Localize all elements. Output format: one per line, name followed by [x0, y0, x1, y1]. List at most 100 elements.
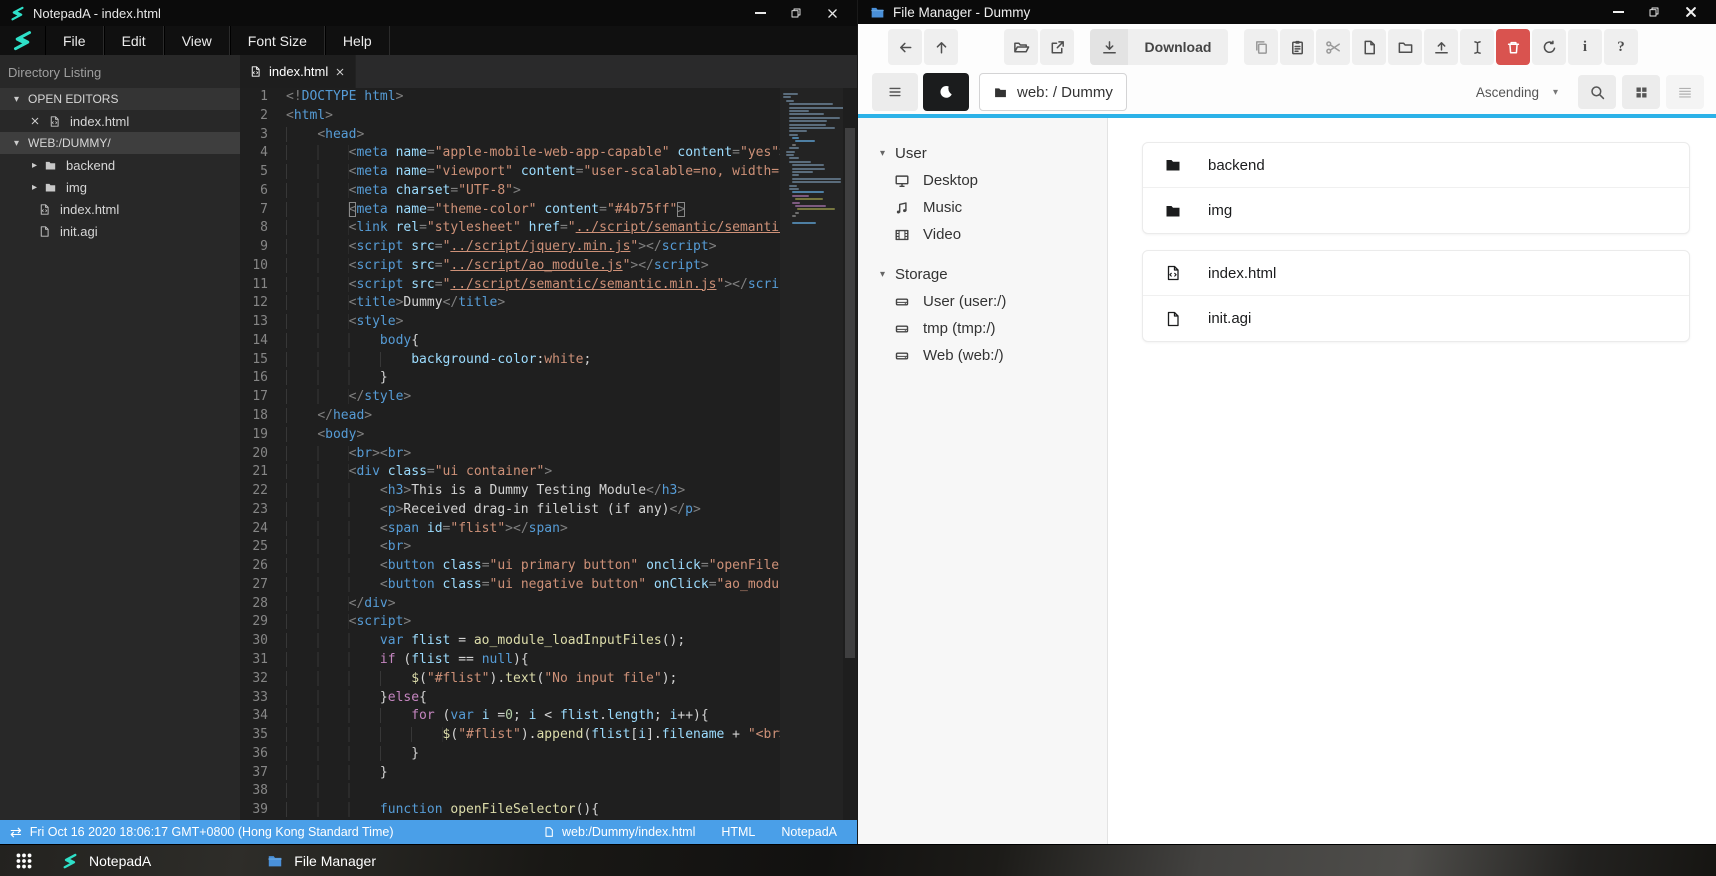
close-button[interactable]: [825, 6, 839, 20]
tab-index-html[interactable]: index.html: [240, 55, 357, 88]
sidebar-item-user-user[interactable]: User (user:/): [858, 288, 1107, 315]
open-in-new-window-button[interactable]: [1040, 29, 1074, 65]
code-line[interactable]: 33 }else{: [240, 689, 780, 708]
code-line[interactable]: 22 <h3>This is a Dummy Testing Module</h…: [240, 482, 780, 501]
code-line[interactable]: 1 <!DOCTYPE html>: [240, 88, 780, 107]
status-language[interactable]: HTML: [721, 825, 755, 839]
code-line[interactable]: 5 <meta name="viewport" content="user-sc…: [240, 163, 780, 182]
code-line[interactable]: 26 <button class="ui primary button" onc…: [240, 557, 780, 576]
code-line[interactable]: 6 <meta charset="UTF-8">: [240, 182, 780, 201]
sidebar-item-video[interactable]: Video: [858, 221, 1107, 248]
code-line[interactable]: 21 <div class="ui container">: [240, 463, 780, 482]
code-line[interactable]: 30 var flist = ao_module_loadInputFiles(…: [240, 632, 780, 651]
restore-button[interactable]: [1648, 6, 1660, 18]
close-icon[interactable]: [30, 116, 40, 126]
code-line[interactable]: 24 <span id="flist"></span>: [240, 520, 780, 539]
delete-button[interactable]: [1496, 29, 1530, 65]
open-button[interactable]: [1004, 29, 1038, 65]
copy-button[interactable]: [1244, 29, 1278, 65]
search-button[interactable]: [1578, 75, 1616, 109]
file-row-index-html[interactable]: index.html: [1143, 251, 1689, 296]
list-view-button[interactable]: [1666, 75, 1704, 109]
code-line[interactable]: 10 <script src="../script/ao_module.js">…: [240, 257, 780, 276]
code-line[interactable]: 27 <button class="ui negative button" on…: [240, 576, 780, 595]
code-line[interactable]: 9 <script src="../script/jquery.min.js">…: [240, 238, 780, 257]
minimize-button[interactable]: [753, 6, 767, 20]
sidebar-item-music[interactable]: Music: [858, 194, 1107, 221]
code-line[interactable]: 11 <script src="../script/semantic/seman…: [240, 276, 780, 295]
file-row-backend[interactable]: backend: [1143, 143, 1689, 188]
breadcrumb[interactable]: web: / Dummy: [979, 73, 1127, 111]
rename-button[interactable]: [1460, 29, 1494, 65]
menu-help[interactable]: Help: [324, 26, 390, 55]
sidebar-item-desktop[interactable]: Desktop: [858, 167, 1107, 194]
code-line[interactable]: 28 </div>: [240, 595, 780, 614]
code-line[interactable]: 7 <meta name="theme-color" content="#4b7…: [240, 201, 780, 220]
scrollbar-thumb[interactable]: [845, 128, 855, 658]
tree-section-web-dummy-[interactable]: ▾ WEB:/DUMMY/: [0, 132, 240, 154]
code-line[interactable]: 4 <meta name="apple-mobile-web-app-capab…: [240, 144, 780, 163]
code-line[interactable]: 32 $("#flist").text("No input file");: [240, 670, 780, 689]
file-row-init-agi[interactable]: init.agi: [1143, 296, 1689, 341]
code-line[interactable]: 13 <style>: [240, 313, 780, 332]
app-launcher-button[interactable]: [14, 851, 34, 871]
tab-close-icon[interactable]: [335, 67, 345, 77]
code-line[interactable]: 12 <title>Dummy</title>: [240, 294, 780, 313]
code-line[interactable]: 23 <p>Received drag-in filelist (if any)…: [240, 501, 780, 520]
taskbar-item-notepada[interactable]: NotepadA: [62, 853, 151, 869]
code-line[interactable]: 18 </head>: [240, 407, 780, 426]
code-line[interactable]: 36 }: [240, 745, 780, 764]
taskbar-item-file-manager[interactable]: File Manager: [267, 853, 376, 869]
menu-file[interactable]: File: [45, 26, 104, 55]
minimap[interactable]: [780, 88, 843, 820]
menu-edit[interactable]: Edit: [103, 26, 164, 55]
minimize-button[interactable]: [1613, 11, 1624, 13]
code-line[interactable]: 25 <br>: [240, 538, 780, 557]
help-button[interactable]: ?: [1604, 29, 1638, 65]
tree-item-init-agi[interactable]: init.agi: [0, 220, 240, 242]
file-manager-titlebar[interactable]: File Manager - Dummy: [858, 0, 1716, 24]
file-row-img[interactable]: img: [1143, 188, 1689, 233]
menu-view[interactable]: View: [163, 26, 230, 55]
code-line[interactable]: 16 }: [240, 369, 780, 388]
new-folder-button[interactable]: [1388, 29, 1422, 65]
new-file-button[interactable]: [1352, 29, 1386, 65]
tree-item-img[interactable]: ▸ img: [0, 176, 240, 198]
grid-view-button[interactable]: [1622, 75, 1660, 109]
fm-section-user[interactable]: ▾ User: [858, 140, 1107, 167]
restore-button[interactable]: [789, 6, 803, 20]
code-line[interactable]: 14 body{: [240, 332, 780, 351]
chevron-down-icon[interactable]: ▾: [1553, 87, 1558, 98]
download-button[interactable]: Download: [1090, 29, 1228, 65]
properties-button[interactable]: i: [1568, 29, 1602, 65]
code-line[interactable]: 19 <body>: [240, 426, 780, 445]
code-line[interactable]: 8 <link rel="stylesheet" href="../script…: [240, 219, 780, 238]
sidebar-item-web-web[interactable]: Web (web:/): [858, 342, 1107, 369]
sidebar-item-tmp-tmp[interactable]: tmp (tmp:/): [858, 315, 1107, 342]
sort-order-dropdown[interactable]: Ascending: [1476, 85, 1539, 100]
tree-item-index-html[interactable]: index.html: [0, 110, 240, 132]
tree-item-backend[interactable]: ▸ backend: [0, 154, 240, 176]
refresh-button[interactable]: [1532, 29, 1566, 65]
code-line[interactable]: 31 if (flist == null){: [240, 651, 780, 670]
notepada-titlebar[interactable]: NotepadA - index.html: [0, 0, 857, 26]
code-line[interactable]: 37 }: [240, 764, 780, 783]
code-line[interactable]: 2 <html>: [240, 107, 780, 126]
code-line[interactable]: 29 <script>: [240, 613, 780, 632]
menu-font-size[interactable]: Font Size: [229, 26, 325, 55]
code-line[interactable]: 34 for (var i =0; i < flist.length; i++)…: [240, 707, 780, 726]
code-line[interactable]: 15 background-color:white;: [240, 351, 780, 370]
tree-item-index-html[interactable]: index.html: [0, 198, 240, 220]
up-button[interactable]: [924, 29, 958, 65]
paste-button[interactable]: [1280, 29, 1314, 65]
editor-scrollbar[interactable]: [843, 88, 857, 820]
menu-button[interactable]: [872, 73, 918, 111]
code-line[interactable]: 38: [240, 782, 780, 801]
code-line[interactable]: 17 </style>: [240, 388, 780, 407]
code-line[interactable]: 39 function openFileSelector(){: [240, 801, 780, 820]
fm-section-storage[interactable]: ▾ Storage: [858, 261, 1107, 288]
upload-button[interactable]: [1424, 29, 1458, 65]
back-button[interactable]: [888, 29, 922, 65]
tree-section-open-editors[interactable]: ▾ OPEN EDITORS: [0, 88, 240, 110]
code-line[interactable]: 3 <head>: [240, 126, 780, 145]
